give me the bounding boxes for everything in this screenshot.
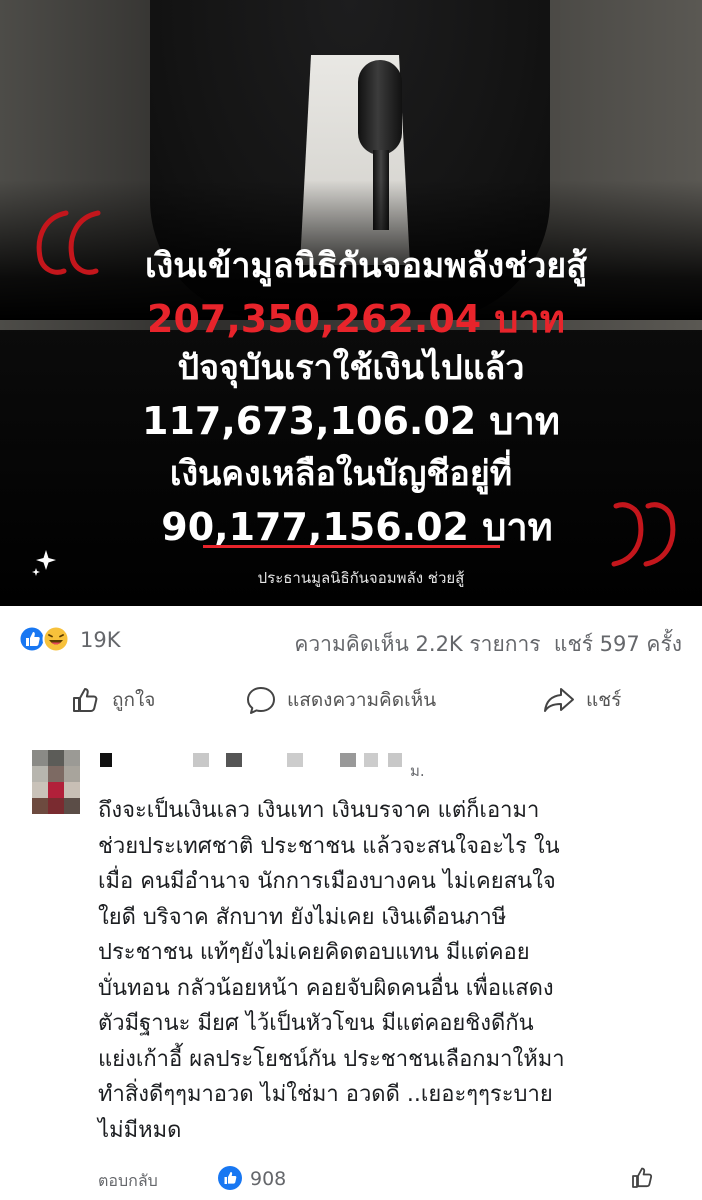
comment-button[interactable]: แสดงความคิดเห็น (245, 682, 436, 718)
post-image[interactable]: เงินเข้ามูลนิธิกันจอมพลังช่วยสู้ 207,350… (0, 0, 702, 606)
comment-bubble-icon (247, 687, 275, 714)
headline-line-1: เงินเข้ามูลนิธิกันจอมพลังช่วยสู้ (145, 246, 587, 286)
comment-label: แสดงความคิดเห็น (287, 689, 437, 711)
comment-like-count[interactable]: 908 (250, 1168, 286, 1190)
like-badge-icon (218, 1166, 242, 1190)
reaction-count[interactable]: 19K (80, 628, 121, 652)
headline-line-3: ปัจจุบันเราใช้เงินไปแล้ว (177, 348, 525, 388)
reactions-bar: 19K ความคิดเห็น 2.2K รายการ แชร์ 597 ครั… (0, 606, 702, 672)
comments-count[interactable]: ความคิดเห็น 2.2K รายการ (294, 632, 540, 656)
comment: ม. ถึงจะเป็นเงินเลว เงินเทา เงินบรจาค แต… (0, 735, 702, 1200)
thumbs-up-icon (73, 688, 98, 712)
comment-text: ถึงจะเป็นเงินเลว เงินเทา เงินบรจาค แต่ก็… (98, 798, 565, 1143)
share-label: แชร์ (586, 689, 622, 711)
haha-icon (42, 625, 70, 653)
image-credit: ประธานมูลนิธิกันจอมพลัง ช่วยสู้ (257, 569, 465, 587)
headline-amount-spent: 117,673,106.02 บาท (142, 399, 560, 443)
comment-share-counts: ความคิดเห็น 2.2K รายการ แชร์ 597 ครั้ง (294, 628, 682, 661)
avatar[interactable] (32, 750, 80, 816)
reaction-icons[interactable] (18, 625, 74, 653)
headline-divider (203, 545, 500, 548)
microphone-icon (358, 60, 402, 155)
share-button[interactable]: แชร์ (542, 682, 621, 718)
share-arrow-icon (544, 688, 574, 712)
comment-time[interactable]: ม. (410, 759, 425, 783)
like-button[interactable]: ถูกใจ (70, 682, 155, 718)
headline-line-5: เงินคงเหลือในบัญชีอยู่ที่ (169, 454, 513, 494)
post-actions: ถูกใจ แสดงความคิดเห็น แชร์ (0, 672, 702, 730)
comment-like-button[interactable] (630, 1165, 656, 1191)
like-label: ถูกใจ (112, 689, 156, 711)
reply-button[interactable]: ตอบกลับ (98, 1169, 158, 1194)
shares-count[interactable]: แชร์ 597 ครั้ง (554, 632, 682, 656)
like-icon (18, 625, 46, 653)
sparkle-icon (32, 550, 56, 576)
